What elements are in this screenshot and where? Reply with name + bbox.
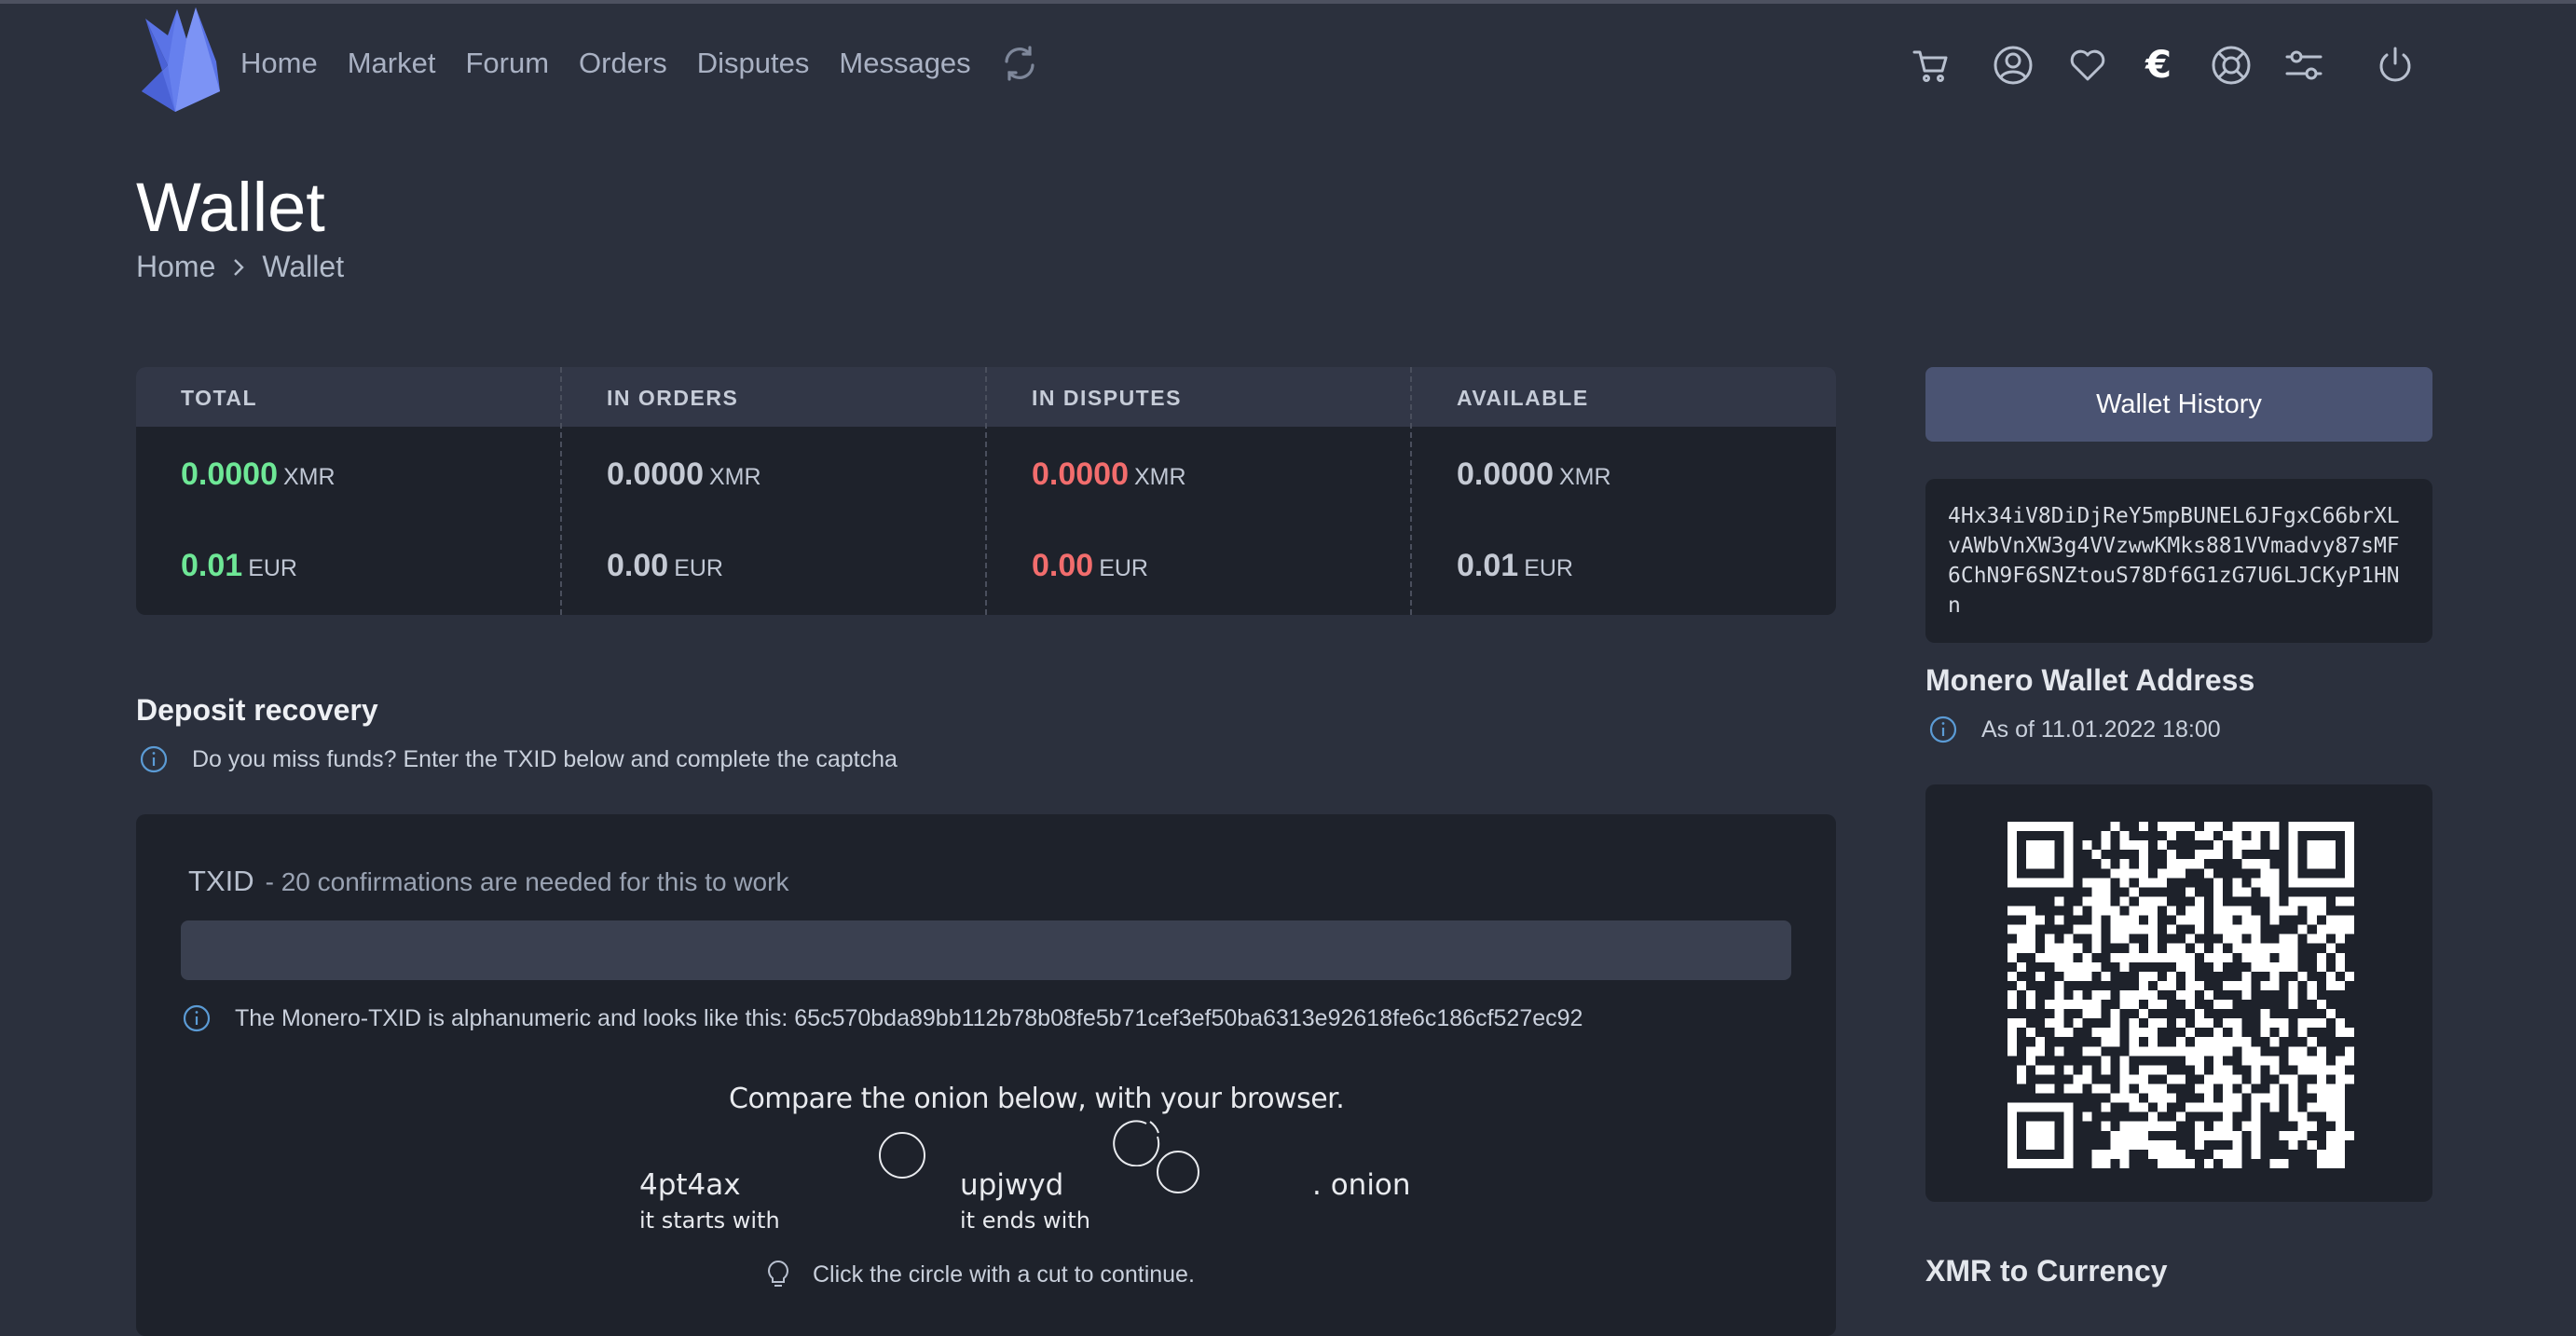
balance-eur-value: 0.01 [181, 548, 243, 583]
txid-sublabel: - 20 confirmations are needed for this t… [265, 867, 789, 896]
balance-xmr-value: 0.0000 [607, 457, 704, 492]
captcha-circle[interactable] [1152, 1146, 1204, 1198]
txid-hint-text: The Monero-TXID is alphanumeric and look… [235, 1004, 1583, 1031]
txid-input[interactable] [181, 920, 1791, 980]
txid-hint: The Monero-TXID is alphanumeric and look… [183, 1004, 1583, 1032]
chevron-right-icon [234, 258, 245, 276]
heart-icon[interactable] [2067, 45, 2108, 86]
balance-eur-unit: EUR [248, 555, 297, 581]
txid-label: TXID - 20 confirmations are needed for th… [188, 865, 788, 898]
nav-home-link[interactable]: Home [240, 47, 318, 80]
balance-label: IN ORDERS [607, 386, 739, 410]
lightbulb-icon [768, 1260, 788, 1287]
support-icon[interactable] [2211, 45, 2252, 86]
txid-label-text: TXID [188, 865, 254, 897]
nav-forum-link[interactable]: Forum [465, 47, 549, 80]
captcha-start-caption: it starts with [639, 1207, 780, 1234]
nav-orders-link[interactable]: Orders [579, 47, 667, 80]
nav-messages-link[interactable]: Messages [839, 47, 970, 80]
balance-label: TOTAL [181, 386, 258, 410]
balance-xmr-value: 0.0000 [181, 457, 278, 492]
info-icon [183, 1004, 211, 1032]
page-title: Wallet [136, 169, 325, 246]
refresh-icon[interactable] [1001, 45, 1038, 82]
balance-xmr-unit: XMR [283, 464, 336, 490]
deposit-recovery-form: TXID - 20 confirmations are needed for th… [136, 814, 1836, 1336]
captcha-end-value: upjwyd [960, 1168, 1064, 1202]
balance-available: AVAILABLE 0.0000 XMR 0.01 EUR [1410, 367, 1836, 615]
continue-hint: Click the circle with a cut to continue. [766, 1260, 1195, 1289]
balance-eur-unit: EUR [1099, 555, 1148, 581]
wallet-address-title: Monero Wallet Address [1925, 663, 2255, 697]
xmr-to-currency-title: XMR to Currency [1925, 1254, 2168, 1288]
continue-hint-text: Click the circle with a cut to continue. [813, 1261, 1195, 1288]
power-icon[interactable] [2375, 45, 2416, 86]
settings-icon[interactable] [2283, 45, 2324, 86]
balance-table: TOTAL 0.0000 XMR 0.01 EUR IN ORDERS 0.0000… [136, 367, 1836, 615]
wallet-address-box[interactable]: 4Hx34iV8DiDjReY5mpBUNEL6JFgxC66brXLvAWbV… [1925, 479, 2432, 643]
balance-eur-value: 0.00 [607, 548, 669, 583]
qr-code-panel [1925, 784, 2432, 1202]
nav-links: Home Market Forum Orders Disputes Messag… [240, 45, 1038, 82]
balance-xmr-value: 0.0000 [1032, 457, 1129, 492]
nav-market-link[interactable]: Market [348, 47, 436, 80]
captcha-end-caption: it ends with [960, 1207, 1090, 1234]
balance-eur-value: 0.01 [1457, 548, 1519, 583]
breadcrumb: Home Wallet [136, 250, 344, 284]
as-of-text: As of 11.01.2022 18:00 [1981, 716, 2221, 743]
balance-eur-unit: EUR [674, 555, 723, 581]
top-navbar: Home Market Forum Orders Disputes Messag… [0, 4, 2576, 125]
balance-label: IN DISPUTES [1032, 386, 1182, 410]
wallet-history-button[interactable]: Wallet History [1925, 367, 2432, 442]
captcha-heading: Compare the onion below, with your brows… [729, 1083, 1345, 1115]
breadcrumb-current: Wallet [262, 250, 345, 283]
user-icon[interactable] [1993, 45, 2034, 86]
deposit-recovery-title: Deposit recovery [136, 693, 378, 727]
deposit-info-text: Do you miss funds? Enter the TXID below … [192, 745, 897, 772]
captcha-start-value: 4pt4ax [639, 1168, 741, 1202]
balance-eur-unit: EUR [1524, 555, 1573, 581]
wallet-qr-code [2007, 822, 2354, 1168]
info-icon [1929, 716, 1957, 743]
balance-xmr-unit: XMR [1134, 464, 1186, 490]
balance-in-disputes: IN DISPUTES 0.0000 XMR 0.00 EUR [985, 367, 1412, 615]
balance-xmr-unit: XMR [709, 464, 761, 490]
captcha-onion-suffix: . onion [1312, 1168, 1411, 1202]
balance-eur-value: 0.00 [1032, 548, 1094, 583]
balance-xmr-unit: XMR [1559, 464, 1611, 490]
balance-label: AVAILABLE [1457, 386, 1589, 410]
balance-total: TOTAL 0.0000 XMR 0.01 EUR [136, 367, 561, 615]
cart-icon[interactable] [1911, 45, 1952, 86]
balance-in-orders: IN ORDERS 0.0000 XMR 0.00 EUR [560, 367, 987, 615]
info-icon [140, 745, 168, 773]
deposit-info: Do you miss funds? Enter the TXID below … [140, 745, 897, 773]
balance-xmr-value: 0.0000 [1457, 457, 1554, 492]
nav-disputes-link[interactable]: Disputes [697, 47, 810, 80]
euro-icon[interactable]: € [2138, 45, 2179, 86]
breadcrumb-home[interactable]: Home [136, 250, 215, 284]
captcha-circle[interactable] [876, 1129, 928, 1181]
market-logo[interactable] [140, 7, 222, 112]
as-of-info: As of 11.01.2022 18:00 [1929, 716, 2221, 743]
